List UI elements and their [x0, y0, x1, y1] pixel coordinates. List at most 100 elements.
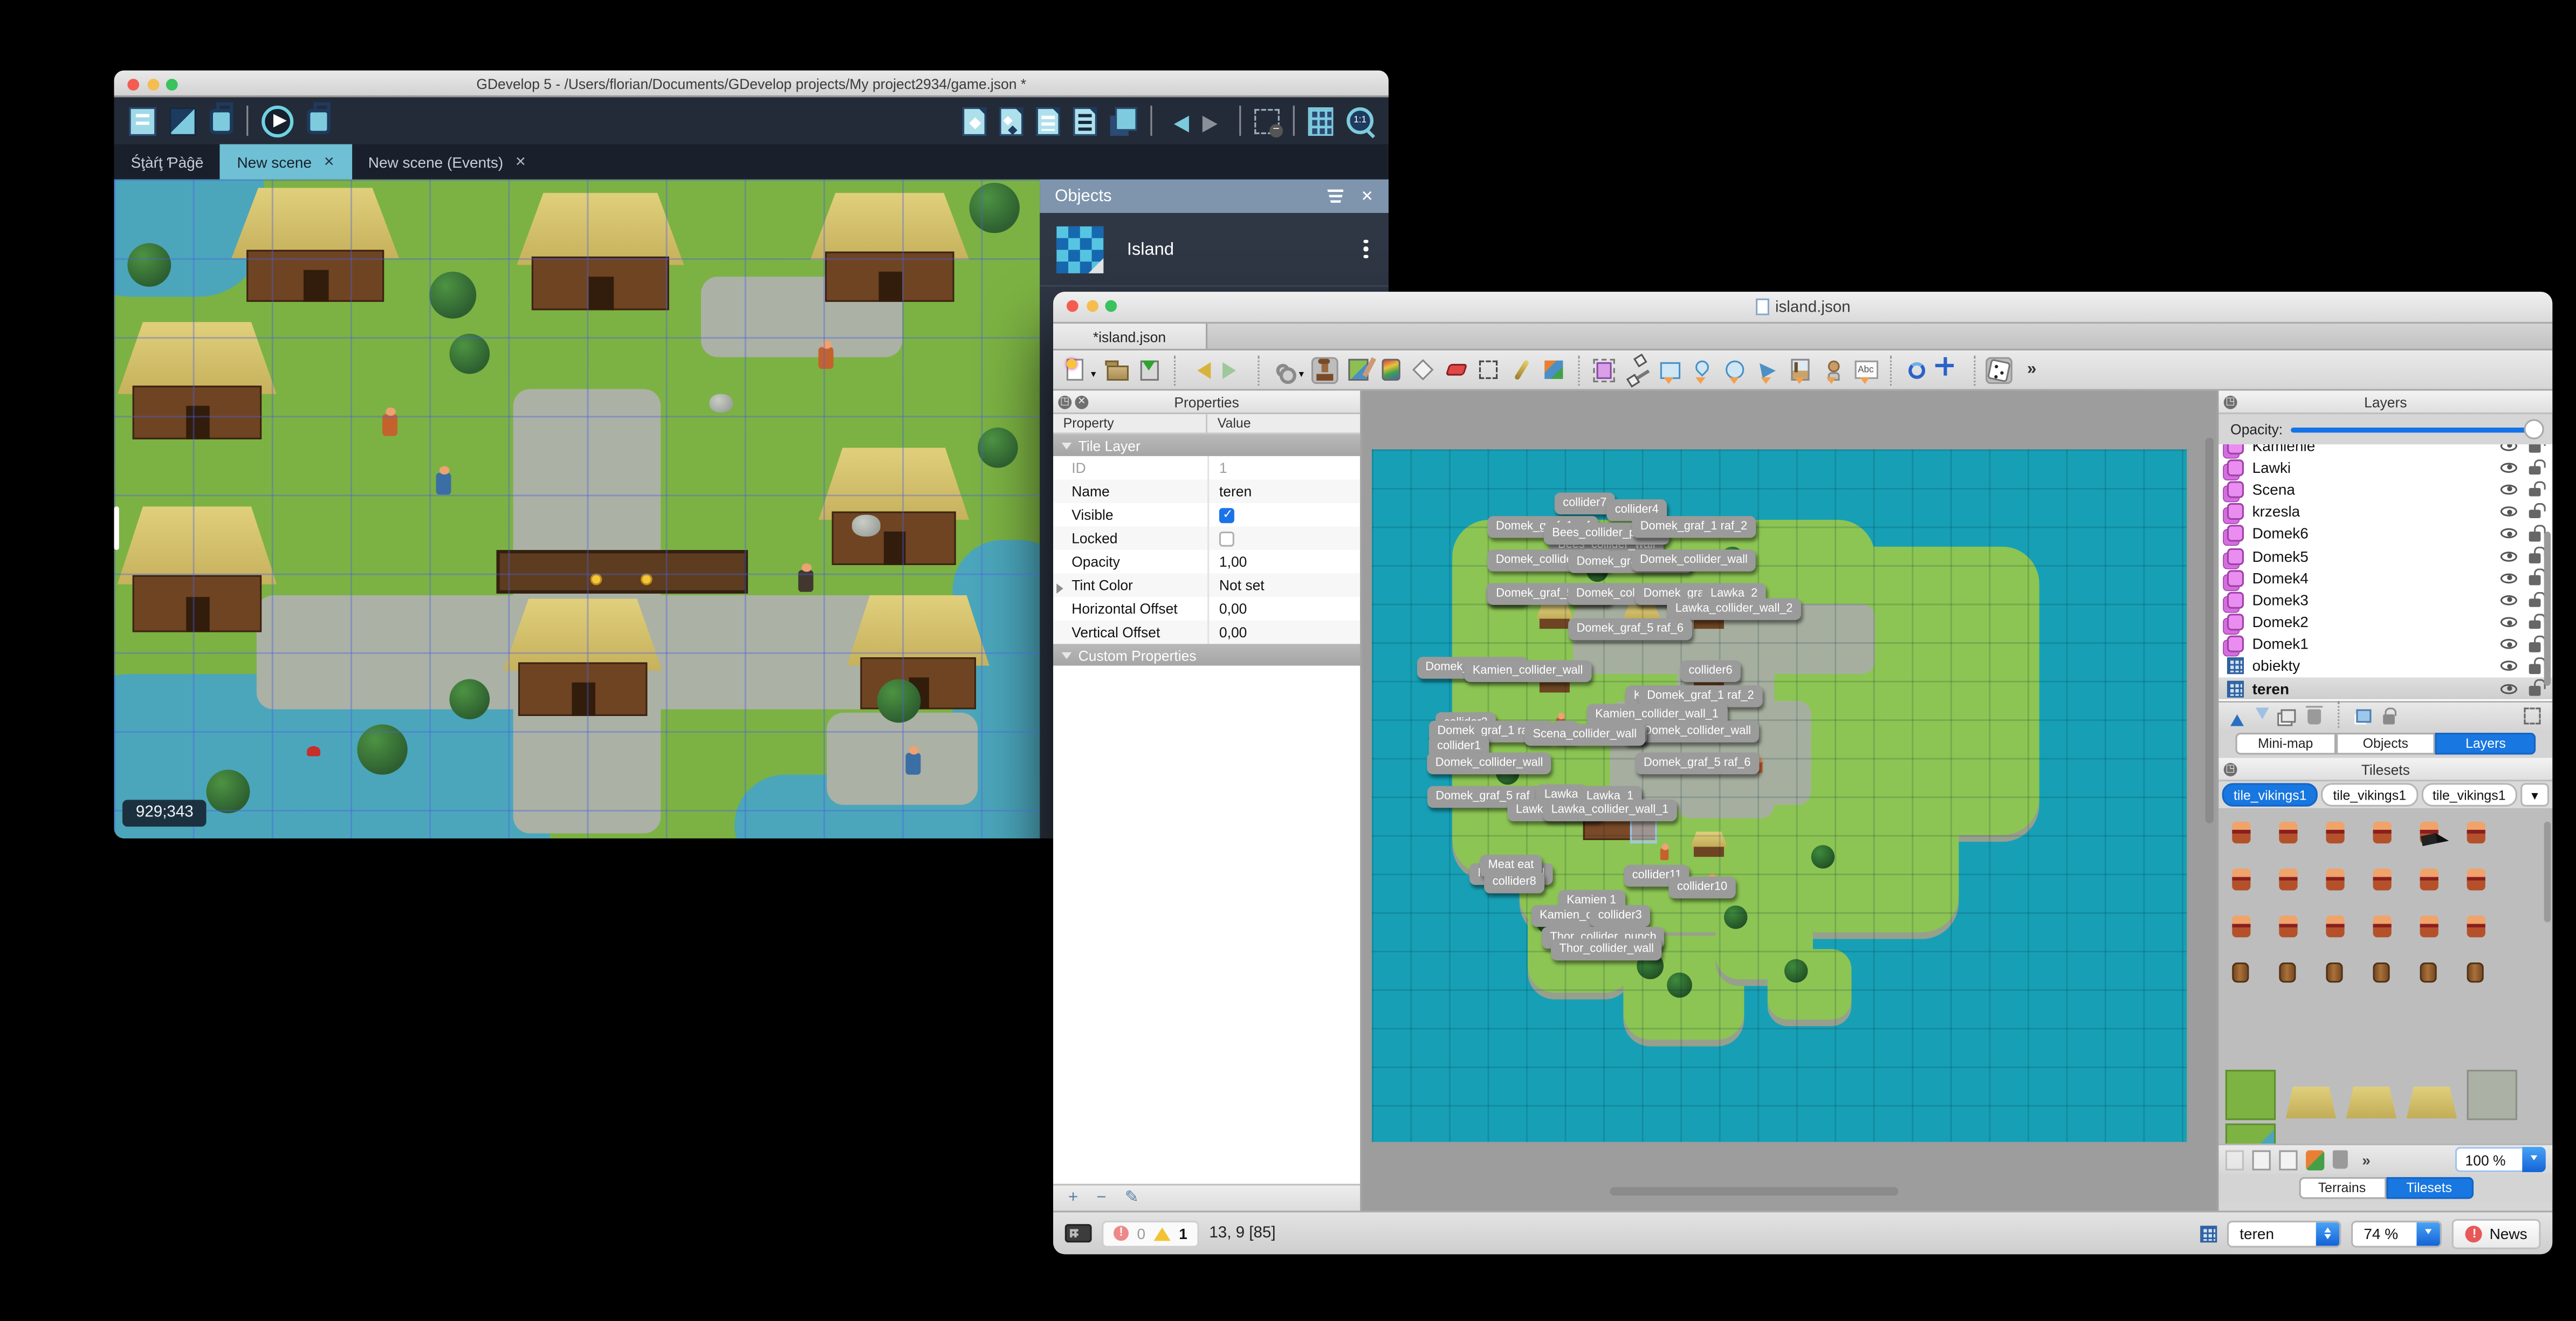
tab-start-page[interactable]: Śţàŕţ Ƥàĝē — [114, 144, 220, 179]
lower-layer-icon[interactable] — [2255, 706, 2269, 725]
object-label[interactable]: collider3 — [1590, 905, 1651, 926]
property-row[interactable]: Name teren — [1053, 479, 1361, 503]
object-label[interactable]: Lawka_collider_wall_1 — [1543, 799, 1677, 821]
highlight-layer-icon[interactable] — [2524, 707, 2541, 725]
lock-icon[interactable] — [2529, 591, 2545, 608]
object-label[interactable]: Lawka_collider_wall_2 — [1667, 598, 1802, 620]
object-label[interactable]: collider6 — [1680, 660, 1741, 682]
property-row[interactable]: Locked — [1053, 526, 1361, 551]
tileset-toolbar-overflow-icon[interactable]: » — [2356, 1150, 2376, 1169]
visibility-icon[interactable] — [2500, 593, 2517, 608]
tileset-tile[interactable] — [2225, 1123, 2276, 1144]
insert-tile-icon[interactable] — [1787, 356, 1814, 383]
close-panel-icon[interactable]: ✕ — [1075, 395, 1089, 409]
close-tab-icon[interactable]: ✕ — [324, 154, 335, 169]
news-button[interactable]: ! News — [2453, 1218, 2541, 1249]
tileset-tile[interactable] — [2232, 868, 2251, 891]
commands-icon[interactable] — [1269, 356, 1296, 383]
layer-row[interactable]: Lawki — [2218, 456, 2552, 478]
tileset-tile[interactable] — [2373, 962, 2390, 983]
layer-row[interactable]: Domek1 — [2218, 634, 2552, 656]
export-tileset-icon[interactable] — [2252, 1149, 2271, 1170]
edit-properties-icon[interactable] — [1036, 106, 1060, 135]
tileset-tile[interactable] — [2225, 1070, 2276, 1120]
tileset-tile[interactable] — [2232, 962, 2249, 983]
float-panel-icon[interactable]: ◳ — [2223, 763, 2237, 776]
tileset-tile[interactable] — [2467, 868, 2485, 891]
insert-point-icon[interactable] — [1689, 356, 1716, 383]
tileset-tile[interactable] — [2373, 916, 2392, 938]
map-view[interactable]: Domek_graf_5 rafKamien_collider_wallcoll… — [1362, 390, 2217, 1211]
visibility-icon[interactable] — [2500, 637, 2517, 652]
tileset-tile[interactable] — [2467, 962, 2484, 983]
bucket-fill-icon[interactable] — [1377, 356, 1404, 383]
visibility-icon[interactable] — [2500, 615, 2517, 630]
scene-canvas[interactable]: 929;343 — [114, 179, 1040, 838]
remove-layer-icon[interactable] — [2306, 705, 2323, 724]
tileset-tile[interactable] — [2279, 821, 2298, 844]
tileset-tile[interactable] — [2467, 821, 2485, 844]
close-panel-icon[interactable]: ✕ — [1361, 187, 1373, 205]
scene-editor-icon[interactable] — [169, 106, 196, 135]
eraser-icon[interactable] — [1442, 356, 1469, 383]
visibility-icon[interactable] — [2500, 482, 2517, 497]
move-icon[interactable] — [1935, 356, 1962, 383]
visibility-icon[interactable] — [2500, 460, 2517, 475]
visibility-icon[interactable] — [2500, 504, 2517, 519]
tileset-tile[interactable] — [2279, 962, 2296, 983]
debug-preview-icon[interactable] — [307, 102, 331, 134]
visibility-icon[interactable] — [2500, 526, 2517, 541]
layer-row[interactable]: Domek3 — [2218, 589, 2552, 611]
tileset-tile[interactable] — [2285, 1086, 2337, 1119]
lock-icon[interactable] — [2529, 680, 2545, 696]
random-mode-icon[interactable] — [1986, 356, 2012, 383]
layer-row-selected[interactable]: teren — [2218, 677, 2553, 700]
add-object-icon[interactable] — [963, 106, 986, 135]
tileset-tile[interactable] — [2279, 916, 2298, 938]
layer-row[interactable]: obiekty — [2218, 656, 2552, 678]
undo-icon[interactable] — [1165, 115, 1189, 132]
reload-tileset-icon[interactable] — [2306, 1149, 2325, 1170]
map-horizontal-scrollbar[interactable] — [1610, 1187, 1899, 1196]
map-zoom-select[interactable]: 74 % — [2352, 1220, 2443, 1247]
layer-row[interactable]: Domek2 — [2218, 611, 2552, 634]
layer-row[interactable]: Domek6 — [2218, 523, 2552, 545]
object-label[interactable]: collider10 — [1668, 876, 1736, 898]
lock-icon[interactable] — [2529, 614, 2545, 630]
tileset-grid[interactable] — [2218, 808, 2553, 1144]
gdevelop-titlebar[interactable]: GDevelop 5 - /Users/florian/Documents/GD… — [114, 70, 1389, 98]
slider-knob[interactable] — [2524, 419, 2544, 439]
zoom-button[interactable] — [1105, 299, 1117, 311]
rectangular-select-icon[interactable] — [1475, 356, 1502, 383]
tileset-zoom-select[interactable]: 100 % — [2455, 1147, 2546, 1172]
dropdown-arrow-icon[interactable]: ▾ — [1091, 369, 1096, 381]
tileset-tile[interactable] — [2346, 1086, 2397, 1119]
float-panel-icon[interactable]: ◳ — [1058, 395, 1072, 409]
chevron-down-icon[interactable] — [2522, 1147, 2546, 1172]
tab-new-scene[interactable]: New scene ✕ — [220, 144, 352, 180]
project-manager-icon[interactable] — [129, 106, 156, 135]
group-custom-properties[interactable]: Custom Properties — [1053, 644, 1361, 666]
visibility-icon[interactable] — [2500, 681, 2517, 696]
lock-icon[interactable] — [2529, 444, 2545, 453]
tab-tilesets[interactable]: Tilesets — [2385, 1176, 2473, 1200]
stamp-brush-icon[interactable] — [1311, 356, 1338, 383]
play-icon[interactable] — [262, 105, 294, 137]
tiled-titlebar[interactable]: island.json — [1053, 292, 2553, 324]
tileset-tile[interactable] — [2467, 916, 2485, 938]
minimize-button[interactable] — [147, 78, 159, 90]
property-row[interactable]: Vertical Offset 0,00 — [1053, 620, 1361, 644]
insert-rectangle-icon[interactable] — [1656, 356, 1683, 383]
new-layer-icon[interactable] — [2356, 709, 2372, 723]
opacity-slider[interactable] — [2291, 419, 2544, 439]
lock-icon[interactable] — [2529, 569, 2545, 586]
layer-row[interactable]: Scena — [2218, 478, 2552, 500]
lock-icon[interactable] — [2529, 636, 2545, 652]
save-icon[interactable] — [1136, 356, 1163, 383]
object-label[interactable]: collider7 — [1554, 492, 1615, 514]
remove-property-icon[interactable]: − — [1096, 1189, 1106, 1207]
locked-checkbox[interactable] — [1219, 531, 1234, 546]
lock-icon[interactable] — [2529, 525, 2545, 541]
insert-ellipse-icon[interactable] — [1721, 356, 1748, 383]
tileset-tile[interactable] — [2326, 821, 2345, 844]
